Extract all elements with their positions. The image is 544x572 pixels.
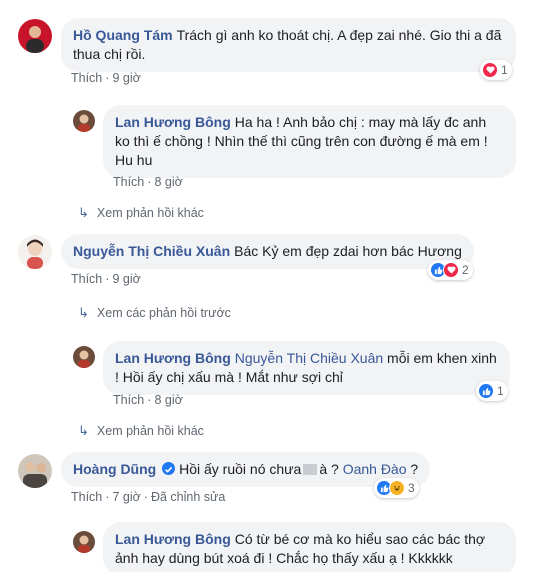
like-link[interactable]: Thích (71, 71, 102, 85)
reaction-count: 1 (497, 384, 504, 398)
separator: · (105, 272, 110, 286)
separator: · (105, 71, 110, 85)
separator: · (105, 490, 110, 504)
love-reaction-icon (482, 62, 498, 78)
comment-text: Bác Kỷ em đẹp zdai hơn bác Hương (234, 243, 462, 259)
reply-author[interactable]: Lan Hương Bông (115, 350, 231, 366)
avatar[interactable] (73, 346, 95, 368)
avatar[interactable] (18, 235, 52, 269)
like-link[interactable]: Thích (71, 490, 102, 504)
comment-author[interactable]: Hồ Quang Tám (73, 27, 173, 43)
timestamp[interactable]: 8 giờ (154, 175, 182, 189)
reaction-summary[interactable]: 2 (428, 260, 473, 280)
edited-label[interactable]: Đã chỉnh sửa (151, 490, 225, 504)
reply-arrow-icon: ↳ (78, 305, 89, 320)
avatar[interactable] (73, 110, 95, 132)
comment-actions: Thích · 7 giờ · Đã chỉnh sửa (71, 490, 225, 504)
separator: · (147, 393, 152, 407)
censored-text (303, 464, 318, 475)
view-previous-replies[interactable]: ↳ Xem các phản hồi trước (78, 305, 231, 321)
view-previous-label[interactable]: Xem các phản hồi trước (97, 306, 231, 320)
reply-bubble: Lan Hương Bông Có từ bé cơ mà ko hiểu sao… (103, 522, 516, 572)
timestamp[interactable]: 9 giờ (112, 272, 140, 286)
reply-arrow-icon: ↳ (78, 423, 89, 438)
reply-author[interactable]: Lan Hương Bông (115, 114, 231, 130)
reaction-summary[interactable]: 1 (476, 381, 508, 401)
avatar[interactable] (18, 454, 52, 488)
reply-bubble: Lan Hương Bông Nguyễn Thị Chiều Xuân mỗi … (103, 341, 510, 395)
like-reaction-icon (478, 383, 494, 399)
haha-reaction-icon (389, 480, 405, 496)
view-more-replies[interactable]: ↳ Xem phản hồi khác (78, 205, 204, 221)
comment-text: ? (410, 461, 419, 477)
timestamp[interactable]: 9 giờ (112, 71, 140, 85)
like-link[interactable]: Thích (71, 272, 102, 286)
like-link[interactable]: Thích (113, 393, 144, 407)
comment-text: Hồi ấy ruồi nó chưa (179, 461, 302, 477)
reaction-summary[interactable]: 1 (480, 60, 512, 80)
reaction-count: 3 (408, 481, 415, 495)
comment-text: à ? (319, 461, 339, 477)
like-link[interactable]: Thích (113, 175, 144, 189)
timestamp[interactable]: 7 giờ (112, 490, 140, 504)
love-reaction-icon (443, 262, 459, 278)
reply-arrow-icon: ↳ (78, 205, 89, 220)
comment-bubble: Hồ Quang Tám Trách gì anh ko thoát chị. A… (61, 18, 516, 72)
reply-author[interactable]: Lan Hương Bông (115, 531, 231, 547)
avatar[interactable] (18, 19, 52, 53)
avatar[interactable] (73, 531, 95, 553)
comment-bubble: Nguyễn Thị Chiều Xuân Bác Kỷ em đẹp zdai … (61, 234, 474, 269)
separator: · (143, 490, 148, 504)
view-more-label[interactable]: Xem phản hồi khác (97, 424, 204, 438)
mention-link[interactable]: Oanh Đào (343, 461, 407, 477)
reaction-summary[interactable]: 3 (374, 478, 419, 498)
view-more-label[interactable]: Xem phản hồi khác (97, 206, 204, 220)
mention-link[interactable]: Nguyễn Thị Chiều Xuân (235, 350, 383, 366)
separator: · (147, 175, 152, 189)
reaction-count: 2 (462, 263, 469, 277)
comment-author[interactable]: Nguyễn Thị Chiều Xuân (73, 243, 230, 259)
reaction-count: 1 (501, 63, 508, 77)
comment-actions: Thích · 9 giờ (71, 71, 141, 85)
comment-author[interactable]: Hoàng Dũng (73, 461, 156, 477)
timestamp[interactable]: 8 giờ (154, 393, 182, 407)
reply-actions: Thích · 8 giờ (113, 175, 183, 189)
comment-actions: Thích · 9 giờ (71, 272, 141, 286)
verified-badge-icon (162, 462, 176, 475)
reply-actions: Thích · 8 giờ (113, 393, 183, 407)
view-more-replies[interactable]: ↳ Xem phản hồi khác (78, 423, 204, 439)
reply-bubble: Lan Hương Bông Ha ha ! Anh bảo chị : may … (103, 105, 516, 178)
